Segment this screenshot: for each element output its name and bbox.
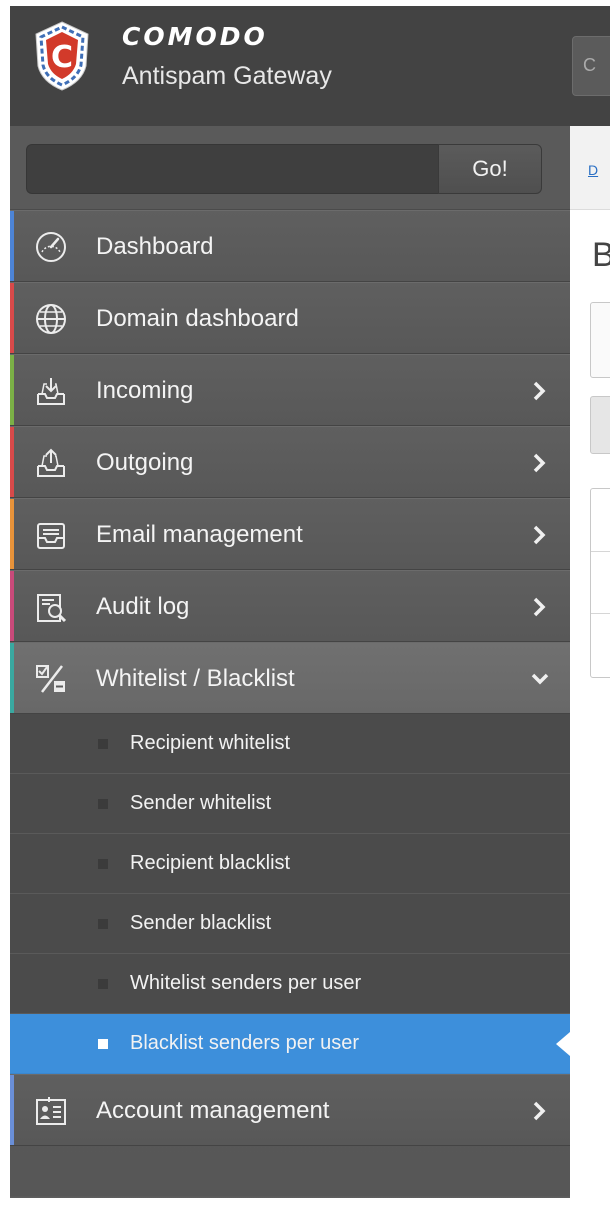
- bullet-square-icon: [98, 979, 108, 989]
- sidebar: Go! Dashboard Domain dashboard Incoming …: [10, 126, 570, 1198]
- submenu-item-whitelist-senders-per-user[interactable]: Whitelist senders per user: [10, 954, 570, 1014]
- search-go-button[interactable]: Go!: [438, 144, 542, 194]
- svg-text:C: C: [51, 40, 73, 75]
- chevron-right-icon: [533, 453, 546, 473]
- submenu-item-label: Recipient whitelist: [130, 732, 291, 754]
- content-panel: [590, 302, 610, 378]
- app-window: C COMODO Antispam Gateway C Go! Dashboar…: [10, 6, 610, 1198]
- submenu-item-label: Recipient blacklist: [130, 852, 291, 874]
- submenu-item-label: Sender whitelist: [130, 792, 272, 814]
- submenu-item-label: Whitelist senders per user: [130, 972, 362, 994]
- content-button[interactable]: [590, 396, 610, 454]
- breadcrumb: D: [570, 126, 610, 210]
- table-row: [591, 551, 610, 552]
- audit-search-icon: [37, 594, 67, 623]
- speedometer-icon: [36, 232, 66, 262]
- chevron-right-icon: [533, 525, 546, 545]
- header-bar: C COMODO Antispam Gateway C: [10, 6, 610, 126]
- chevron-right-icon: [533, 1101, 546, 1121]
- sidebar-item-audit-log[interactable]: Audit log: [10, 570, 570, 642]
- submenu-item-label: Blacklist senders per user: [130, 1032, 359, 1054]
- comodo-logo-icon: C: [35, 21, 89, 91]
- sidebar-item-incoming[interactable]: Incoming: [10, 354, 570, 426]
- submenu-item-blacklist-senders-per-user[interactable]: Blacklist senders per user: [10, 1014, 570, 1074]
- chevron-right-icon: [533, 597, 546, 617]
- bullet-square-icon: [98, 919, 108, 929]
- product-name: Antispam Gateway: [122, 62, 332, 90]
- sidebar-item-label: Email management: [96, 521, 303, 548]
- bullet-square-icon: [98, 1039, 108, 1049]
- inbox-in-icon: [37, 378, 65, 405]
- sidebar-search: Go!: [10, 126, 570, 210]
- brand-name: COMODO: [122, 22, 268, 51]
- sidebar-item-label: Incoming: [96, 377, 194, 404]
- menu-accent: [10, 283, 14, 353]
- table-row: [591, 613, 610, 614]
- sidebar-item-whitelist-blacklist[interactable]: Whitelist / Blacklist: [10, 642, 570, 714]
- top-toolbar-button-label: C: [583, 55, 596, 75]
- sidebar-item-label: Dashboard: [96, 233, 214, 260]
- sidebar-item-label: Domain dashboard: [96, 305, 299, 332]
- selection-pointer-icon: [556, 1032, 570, 1056]
- submenu-item-recipient-whitelist[interactable]: Recipient whitelist: [10, 714, 570, 774]
- submenu-whitelist-blacklist: Recipient whitelist Sender whitelist Rec…: [10, 714, 570, 1074]
- sidebar-item-outgoing[interactable]: Outgoing: [10, 426, 570, 498]
- bullet-square-icon: [98, 739, 108, 749]
- inbox-out-icon: [37, 448, 65, 477]
- breadcrumb-link[interactable]: D: [588, 162, 598, 178]
- submenu-item-sender-whitelist[interactable]: Sender whitelist: [10, 774, 570, 834]
- whitelist-blacklist-icon: [36, 665, 65, 693]
- sidebar-item-label: Whitelist / Blacklist: [96, 665, 295, 692]
- bullet-square-icon: [98, 859, 108, 869]
- page-title: B: [592, 236, 610, 274]
- menu-accent: [10, 571, 14, 641]
- sidebar-fade: [10, 1196, 570, 1198]
- sidebar-item-label: Account management: [96, 1097, 330, 1124]
- account-card-icon: [36, 1097, 66, 1125]
- menu-accent: [10, 643, 14, 713]
- submenu-item-sender-blacklist[interactable]: Sender blacklist: [10, 894, 570, 954]
- menu-accent: [10, 427, 14, 497]
- menu-accent: [10, 1075, 14, 1145]
- sidebar-item-label: Audit log: [96, 593, 190, 620]
- sidebar-item-account-management[interactable]: Account management: [10, 1074, 570, 1146]
- menu-accent: [10, 499, 14, 569]
- content-table: [590, 488, 610, 678]
- sidebar-item-email-management[interactable]: Email management: [10, 498, 570, 570]
- bullet-square-icon: [98, 799, 108, 809]
- main-content: D B: [570, 126, 610, 1198]
- search-input[interactable]: [26, 144, 438, 194]
- chevron-right-icon: [533, 381, 546, 401]
- sidebar-item-domain-dashboard[interactable]: Domain dashboard: [10, 282, 570, 354]
- sidebar-item-dashboard[interactable]: Dashboard: [10, 210, 570, 282]
- menu-accent: [10, 355, 14, 425]
- sidebar-item-label: Outgoing: [96, 449, 194, 476]
- top-toolbar-button[interactable]: C: [572, 36, 610, 96]
- submenu-item-label: Sender blacklist: [130, 912, 272, 934]
- globe-icon: [36, 304, 66, 334]
- submenu-item-recipient-blacklist[interactable]: Recipient blacklist: [10, 834, 570, 894]
- mail-tray-icon: [37, 523, 65, 549]
- chevron-down-icon: [531, 673, 549, 685]
- menu-accent: [10, 211, 14, 281]
